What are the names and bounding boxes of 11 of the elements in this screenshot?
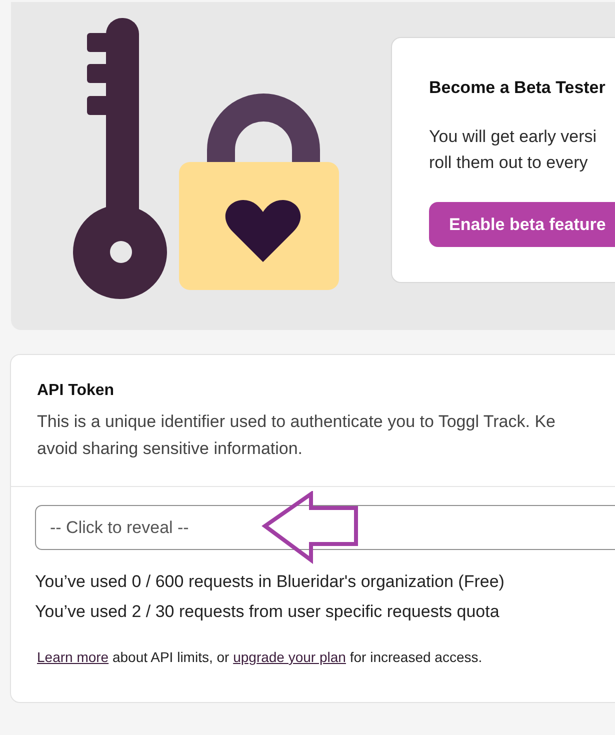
usage-text: You’ve used 2 / 30 requests from user specific requests quota [35, 601, 500, 623]
link[interactable]: Learn more [37, 649, 109, 665]
description-text: This is a unique identifier used to authenticate you to Toggl Track. Ke avoid sharing sensitive information. [37, 411, 556, 460]
footer-text: Learn more about API limits, or upgrade your plan for increased access. [37, 649, 484, 665]
enable-beta-button[interactable]: Enable beta feature [429, 202, 615, 247]
link[interactable]: upgrade your plan [233, 649, 346, 665]
card-title: Become a Beta Tester [429, 78, 606, 98]
token-field[interactable]: -- Click to reveal -- [35, 505, 615, 550]
usage-text: You’ve used 0 / 600 requests in Blueridar's organization (Free) [35, 571, 506, 593]
card-text: You will get early versi roll them out to every [429, 126, 598, 174]
section-title: API Token [37, 382, 116, 400]
